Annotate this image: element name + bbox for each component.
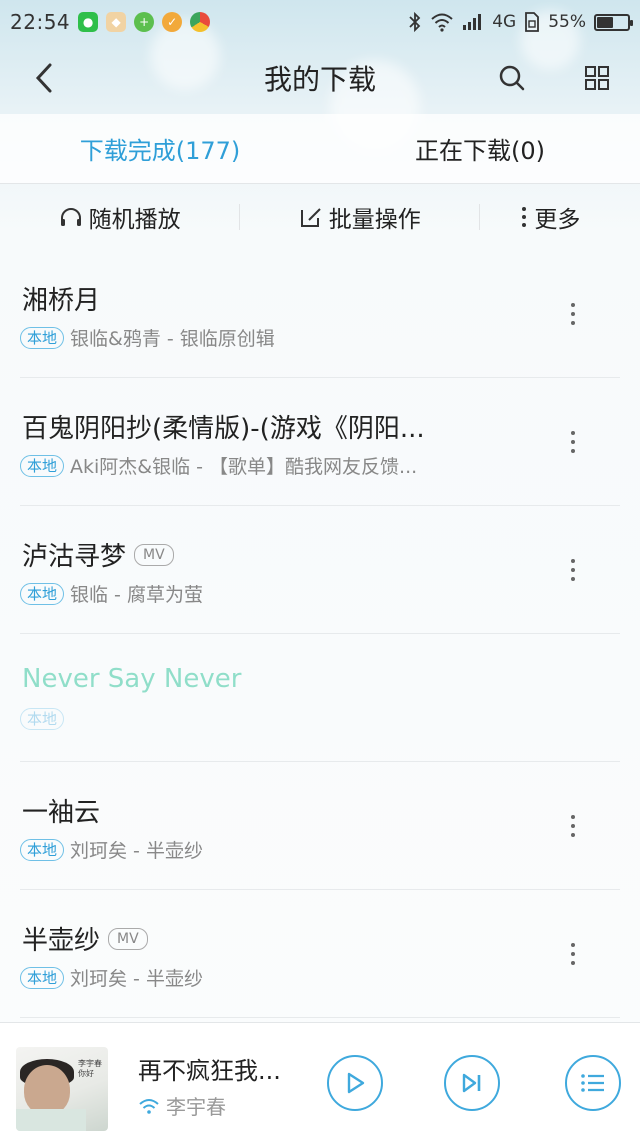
browser-app-icon — [190, 12, 211, 32]
song-title: 泸沽寻梦 — [22, 542, 127, 572]
more-vertical-icon — [571, 815, 575, 819]
tool-app-icon: ✓ — [162, 12, 183, 32]
song-artist-album: 刘珂矣 - 半壶纱 — [70, 968, 203, 990]
now-playing-artist-row: 李宇春 — [138, 1091, 226, 1120]
now-playing-title[interactable]: 再不疯狂我... — [138, 1051, 281, 1086]
song-meta: 本地 — [20, 708, 70, 730]
play-button[interactable] — [327, 1055, 383, 1111]
more-vertical-icon — [571, 943, 575, 947]
song-more-button[interactable] — [556, 422, 590, 462]
local-badge: 本地 — [20, 454, 65, 477]
playlist-button[interactable] — [565, 1055, 621, 1111]
more-vertical-icon — [522, 207, 527, 227]
wifi-icon — [431, 13, 453, 32]
song-artist-album: 刘珂矣 - 半壶纱 — [70, 840, 203, 862]
mv-badge[interactable]: MV — [134, 543, 174, 566]
song-more-button[interactable] — [556, 294, 590, 334]
song-meta: 本地 刘珂矣 - 半壶纱 — [20, 964, 203, 991]
batch-operation-label: 批量操作 — [328, 207, 421, 233]
song-title-row: Never Say Never — [22, 664, 241, 694]
song-title-row: 半壶纱 MV — [22, 920, 148, 957]
song-title-row: 百鬼阴阳抄(柔情版)-(游戏《阴阳... — [22, 408, 425, 445]
photo-app-icon: ◆ — [106, 12, 127, 32]
status-time: 22:54 — [10, 10, 71, 34]
grid-menu-button[interactable] — [575, 56, 619, 100]
wechat-icon: ● — [78, 12, 99, 32]
song-title-row: 一袖云 — [22, 792, 100, 829]
grid-icon — [585, 66, 609, 90]
more-vertical-icon — [571, 559, 575, 563]
song-meta: 本地 银临 - 腐草为萤 — [20, 580, 203, 607]
song-more-button[interactable] — [556, 806, 590, 846]
batch-operation-button[interactable]: 批量操作 — [240, 185, 479, 249]
song-artist-album: Aki阿杰&银临 - 【歌单】酷我网友反馈... — [70, 456, 418, 478]
mv-badge[interactable]: MV — [108, 927, 148, 950]
now-playing-artist: 李宇春 — [166, 1095, 226, 1119]
cover-art-face — [24, 1065, 70, 1115]
song-title: Never Say Never — [22, 664, 242, 694]
album-cover[interactable]: 李宇春 你好 — [16, 1047, 108, 1131]
local-badge: 本地 — [20, 708, 65, 730]
song-title: 百鬼阴阳抄(柔情版)-(游戏《阴阳... — [22, 414, 425, 444]
local-badge: 本地 — [20, 838, 65, 861]
song-item[interactable]: 湘桥月 本地 银临&鸦青 - 银临原创辑 — [0, 250, 640, 378]
song-more-button[interactable] — [556, 550, 590, 590]
local-badge: 本地 — [20, 326, 65, 349]
more-vertical-icon — [571, 431, 575, 435]
battery-percent: 55% — [548, 12, 586, 32]
download-tabs: 下载完成(177) 正在下载(0) — [0, 114, 640, 184]
song-title-row: 湘桥月 — [22, 280, 100, 317]
edit-icon — [300, 208, 321, 227]
song-item[interactable]: 一袖云 本地 刘珂矣 - 半壶纱 — [0, 762, 640, 890]
song-meta: 本地 刘珂矣 - 半壶纱 — [20, 836, 203, 863]
song-item[interactable]: 泸沽寻梦 MV 本地 银临 - 腐草为萤 — [0, 506, 640, 634]
plus-app-icon: + — [134, 12, 155, 32]
song-item[interactable]: 百鬼阴阳抄(柔情版)-(游戏《阴阳... 本地 Aki阿杰&银临 - 【歌单】酷… — [0, 378, 640, 506]
battery-icon — [594, 13, 633, 31]
song-more-button[interactable] — [556, 934, 590, 974]
playlist-icon — [581, 1074, 604, 1092]
more-label: 更多 — [534, 207, 581, 233]
tab-downloaded[interactable]: 下载完成(177) — [0, 114, 320, 183]
song-item[interactable]: Never Say Never 本地 — [0, 634, 640, 762]
header: 我的下载 — [0, 44, 640, 114]
cover-art-shirt — [16, 1109, 86, 1131]
song-artist-album: 银临 - 腐草为萤 — [70, 584, 203, 606]
song-title-row: 泸沽寻梦 MV — [22, 536, 174, 573]
song-meta: 本地 Aki阿杰&银临 - 【歌单】酷我网友反馈... — [20, 452, 417, 479]
song-title: 一袖云 — [22, 798, 101, 828]
next-button[interactable] — [444, 1055, 500, 1111]
wifi-stream-icon — [139, 1098, 159, 1114]
skip-next-icon — [462, 1073, 481, 1093]
search-icon — [499, 65, 525, 91]
shuffle-play-button[interactable]: 随机播放 — [0, 185, 239, 249]
status-bar: 22:54 ● ◆ + ✓ 4G 55% — [0, 0, 640, 44]
page-title: 我的下载 — [263, 63, 376, 96]
play-icon — [347, 1072, 365, 1094]
battery-level — [597, 16, 613, 28]
local-badge: 本地 — [20, 966, 65, 989]
signal-icon — [463, 14, 482, 30]
sim-icon — [525, 12, 540, 32]
more-vertical-icon — [571, 303, 575, 307]
search-button[interactable] — [490, 56, 534, 100]
cover-text: 李宇春 你好 — [78, 1059, 102, 1078]
mini-player: 李宇春 你好 再不疯狂我... 李宇春 — [0, 1022, 640, 1138]
tab-downloading[interactable]: 正在下载(0) — [320, 114, 640, 183]
bluetooth-icon — [409, 11, 421, 33]
shuffle-play-label: 随机播放 — [88, 207, 181, 233]
network-type: 4G — [492, 12, 517, 32]
headphones-icon — [60, 208, 81, 226]
song-item[interactable]: 半壶纱 MV 本地 刘珂矣 - 半壶纱 — [0, 890, 640, 1018]
song-meta: 本地 银临&鸦青 - 银临原创辑 — [20, 324, 275, 351]
song-title: 湘桥月 — [22, 286, 101, 316]
more-button[interactable]: 更多 — [480, 185, 640, 249]
song-title: 半壶纱 — [22, 926, 101, 956]
song-artist-album: 银临&鸦青 - 银临原创辑 — [70, 328, 275, 350]
song-list: 湘桥月 本地 银临&鸦青 - 银临原创辑 百鬼阴阳抄(柔情版)-(游戏《阴阳..… — [0, 250, 640, 1018]
local-badge: 本地 — [20, 582, 65, 605]
action-bar: 随机播放 批量操作 更多 — [0, 185, 640, 249]
